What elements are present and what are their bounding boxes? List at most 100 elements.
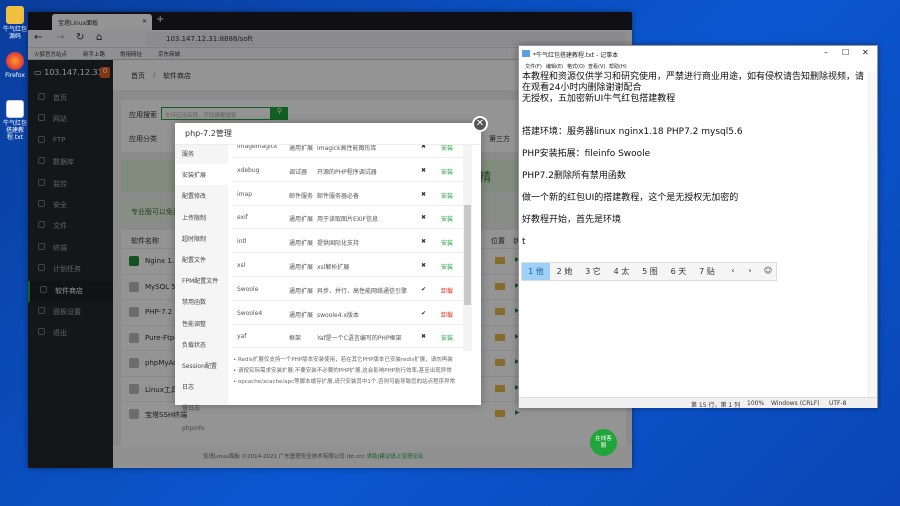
note-item: • 请按实际需求安装扩展,不要安装不必要的PHP扩展,这会影响PHP执行效率,甚… [233, 368, 452, 374]
check-icon: ✔ [421, 309, 427, 317]
note-item: • opcache/xcache/apc等脚本缓存扩展,请只安装其中1个,否则可… [233, 379, 456, 385]
extension-action-button[interactable]: 安装 [441, 238, 453, 247]
cross-icon: ✖ [421, 238, 427, 246]
extension-row: xdebug 调试器 开源的PHP程序调试器 ✖ 安装 [233, 159, 463, 182]
text-line [522, 204, 867, 215]
modal-nav-item[interactable]: 配置文件 [175, 249, 228, 270]
ime-candidate[interactable]: 6 天 [665, 263, 693, 280]
firefox-icon [6, 52, 24, 70]
cross-icon: ✖ [421, 262, 427, 269]
ime-candidate[interactable]: 7 贴 [693, 263, 721, 280]
ime-prev-icon[interactable]: ‹ [725, 263, 741, 280]
notepad-menu-item[interactable]: 查看(V) [588, 63, 605, 70]
extension-action-button[interactable]: 安装 [441, 191, 453, 200]
text-line: 搭建环境：服务器linux nginx1.18 PHP7.2 mysql5.6 [522, 127, 743, 137]
notepad-menu-item[interactable]: 帮助(H) [609, 63, 627, 70]
extensions-scrollbar[interactable] [463, 145, 472, 351]
extension-row: imap 邮件服务 邮件服务器必备 ✖ 安装 [233, 183, 463, 206]
modal-nav-item[interactable]: 配置修改 [175, 185, 228, 206]
notepad-scrollbar[interactable] [868, 72, 877, 397]
emoji-icon[interactable]: ☺ [760, 263, 776, 280]
text-line: 好教程开始，首先是环境 [522, 215, 622, 225]
text-line: PHP安装拓展：fileinfo Swoole [522, 149, 651, 159]
minimize-button[interactable]: – [824, 48, 828, 57]
notepad-menu-item[interactable]: 文件(F) [525, 63, 542, 70]
extension-action-button[interactable]: 安装 [441, 262, 453, 271]
extension-action-button[interactable]: 安装 [441, 167, 453, 176]
notepad-window: *牛气红包搭建教程.txt - 记事本 – ☐ ✕ 文件(F) 编辑(E) 格式(O… [518, 45, 878, 409]
modal-close-button[interactable]: ✕ [472, 116, 488, 132]
cross-icon: ✖ [421, 214, 427, 222]
extension-action-button[interactable]: 安装 [441, 145, 453, 152]
modal-nav-item[interactable]: 慢日志 [175, 397, 228, 418]
extensions-table: imagemagick 通用扩展 Imagick高性能图形库 ✖ 安装 xdebug 调试器… [233, 145, 463, 351]
php-manager-modal: php-7.2管理 服务 安装扩展 配置修改 上传限制 超时限制 配置文件 FPM配置文件禁… [175, 123, 481, 432]
ime-next-icon[interactable]: › [742, 263, 758, 280]
notepad-menu-item[interactable]: 编辑(E) [546, 63, 563, 70]
cross-icon: ✖ [421, 190, 427, 198]
close-icon: ✕ [475, 118, 485, 129]
extension-action-button[interactable]: 安装 [441, 333, 453, 342]
text-file-icon [6, 100, 24, 118]
maximize-button[interactable]: ☐ [842, 48, 849, 57]
modal-nav-item[interactable]: FPM配置文件 [175, 270, 228, 291]
extension-action-button[interactable]: 卸载 [441, 286, 453, 295]
text-line [522, 160, 867, 171]
extension-action-button[interactable]: 卸载 [441, 310, 453, 319]
modal-nav-item[interactable]: phpinfo [175, 419, 228, 440]
notepad-menubar: 文件(F) 编辑(E) 格式(O) 查看(V) 帮助(H) [519, 61, 877, 71]
extension-row: intl 通用扩展 提供国际化支持 ✖ 安装 [233, 230, 463, 254]
modal-nav-item[interactable]: 上传限制 [175, 207, 228, 228]
modal-nav-item[interactable]: 服务 [175, 143, 228, 164]
check-icon: ✔ [421, 285, 427, 293]
notepad-menu-item[interactable]: 格式(O) [567, 63, 585, 70]
extension-row: phalcon框架phalcon是一个C语言编写的PHP框架✖安装 [233, 349, 463, 351]
extension-row: imagemagick 通用扩展 Imagick高性能图形库 ✖ 安装 [233, 145, 463, 158]
modal-nav-item[interactable]: 负载状态 [175, 334, 228, 355]
text-line: PHP7.2删除所有禁用函数 [522, 171, 626, 181]
modal-nav: 服务 安装扩展 配置修改 上传限制 超时限制 配置文件 FPM配置文件 禁用函数 性能调整 负载状… [175, 143, 228, 432]
folder-icon [6, 6, 24, 24]
extension-row: yaf 框架 Yaf是一个C语言编写的PHP框架 ✖ 安装 [233, 325, 463, 349]
extension-row: Swoole4 通用扩展 swoole4.x版本 ✔ 卸载 [233, 302, 463, 325]
close-button[interactable]: ✕ [862, 48, 869, 57]
text-line [522, 116, 867, 127]
notepad-text-area[interactable]: 本教程和资源仅供学习和研究使用，严禁进行商业用途，如有侵权请告知删除视频，请 在观… [522, 72, 867, 248]
text-line: 在观看24小时内删除谢谢配合 [522, 83, 642, 93]
notepad-icon [522, 50, 530, 57]
desktop-icon-folder[interactable]: 牛气红包源码 [2, 6, 28, 40]
online-service-button[interactable]: 在线客服 [590, 429, 617, 456]
text-line [522, 138, 867, 149]
modal-nav-item[interactable]: Session配置 [175, 355, 228, 376]
desktop-icon-firefox[interactable]: Firefox [2, 52, 28, 79]
modal-nav-item[interactable]: 性能调整 [175, 313, 228, 334]
scrollbar-thumb[interactable] [464, 205, 471, 305]
text-line [522, 105, 867, 116]
modal-nav-item[interactable]: 日志 [175, 376, 228, 397]
extension-action-button[interactable]: 安装 [441, 214, 453, 223]
notepad-titlebar: *牛气红包搭建教程.txt - 记事本 – ☐ ✕ [519, 46, 877, 61]
extension-row: Swoole 通用扩展 异步、并行、高性能网络通信引擎 ✔ 卸载 [233, 278, 463, 301]
text-line: t [522, 237, 526, 247]
extension-row: exif 通用扩展 用于读取图片EXIF信息 ✖ 安装 [233, 206, 463, 230]
ime-candidate[interactable]: 4 太 [608, 263, 636, 280]
modal-nav-item[interactable]: 超时限制 [175, 228, 228, 249]
text-line [522, 182, 867, 193]
modal-nav-item[interactable]: 安装扩展 [175, 164, 228, 186]
extension-notes: • Redis扩展仅支持一个PHP版本安装使用，若在其它PHP版本已安装redi… [233, 355, 473, 388]
note-item: • Redis扩展仅支持一个PHP版本安装使用，若在其它PHP版本已安装redi… [233, 357, 453, 363]
cross-icon: ✖ [421, 145, 427, 150]
ime-candidate[interactable]: 1 他 [522, 263, 550, 280]
notepad-statusbar: 第 15 行，第 1 列 100% Windows (CRLF) UTF-8 [519, 397, 877, 409]
ime-candidate[interactable]: 3 它 [579, 263, 607, 280]
text-line: 无授权，五加密新UI牛气红包搭建教程 [522, 94, 676, 104]
extension-row: xsl 通用扩展 xsl解析扩展 ✖ 安装 [233, 254, 463, 277]
text-line: 做一个新的红包UI的搭建教程，这个是无授权无加密的 [522, 193, 739, 203]
ime-candidate[interactable]: 2 她 [551, 263, 579, 280]
modal-nav-item[interactable]: 禁用函数 [175, 291, 228, 312]
cross-icon: ✖ [421, 333, 427, 341]
desktop-icon-textfile[interactable]: 牛气红包搭建教程.txt [2, 100, 28, 141]
ime-candidate[interactable]: 5 图 [636, 263, 664, 280]
text-line [522, 226, 867, 237]
text-line: 本教程和资源仅供学习和研究使用，严禁进行商业用途，如有侵权请告知删除视频，请 [522, 72, 865, 82]
